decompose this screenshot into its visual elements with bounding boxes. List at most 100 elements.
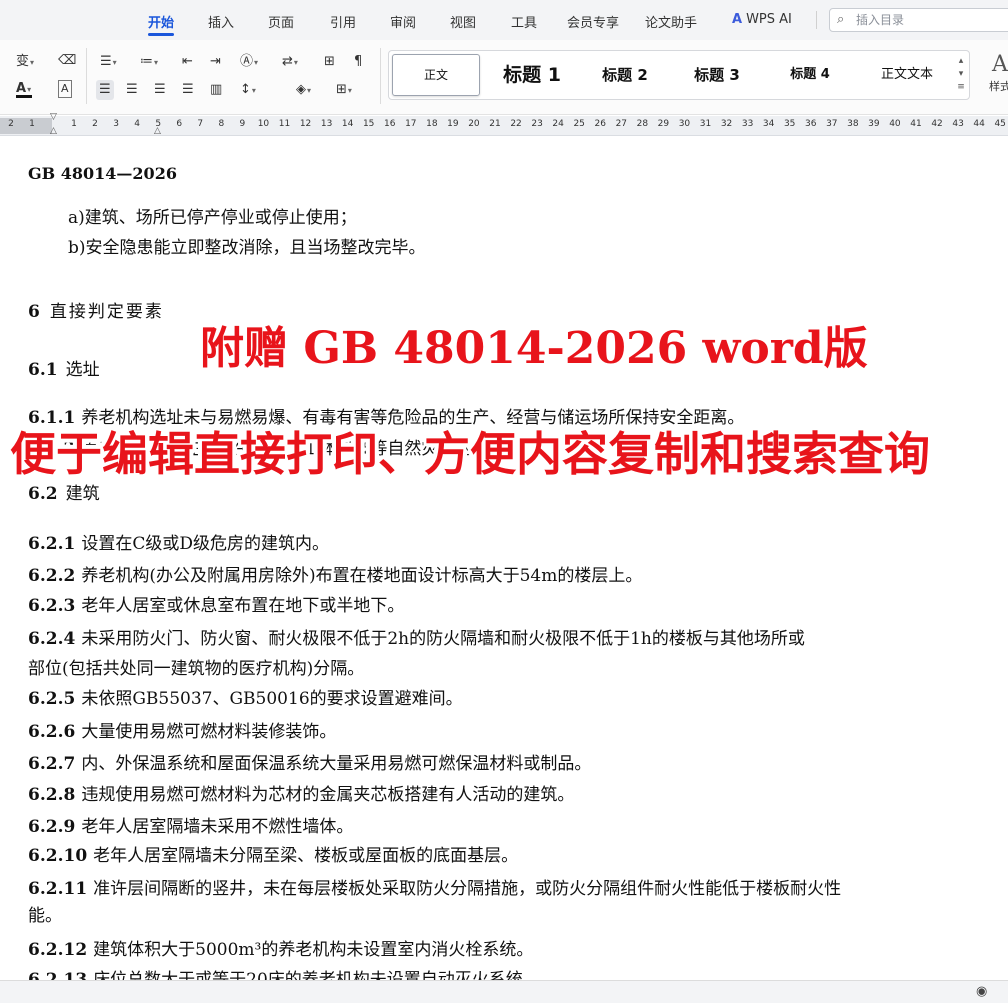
search-input[interactable] — [856, 12, 1006, 28]
wps-ai-button[interactable]: A WPS AI — [732, 12, 792, 27]
page-header-code: GB 48014—2026 — [28, 164, 177, 183]
increase-indent-button[interactable]: ⇥ — [210, 54, 221, 70]
document-page[interactable]: GB 48014—2026 a)建筑、场所已停产停业或停止使用； b)安全隐患能… — [0, 137, 1008, 980]
ruler-number: 9 — [239, 119, 246, 129]
gallery-scroll[interactable]: ▴ ▾ ≡ — [956, 55, 966, 94]
ruler-number: 11 — [278, 119, 291, 129]
search-icon: ⌕ — [837, 12, 845, 27]
clause-text: 准许层间隔断的竖井，未在每层楼板处采取防火分隔措施，或防火分隔组件耐火性能低于楼… — [93, 879, 842, 899]
clause-number: 6.2.11 — [28, 879, 88, 899]
search-box[interactable]: ⌕ — [829, 8, 1008, 32]
style-heading-4[interactable]: 标题 4 — [775, 51, 845, 99]
chevron-down-icon: ▾ — [27, 85, 32, 94]
tab-member[interactable]: 会员专享 — [567, 12, 619, 31]
ruler-number: 26 — [594, 119, 606, 129]
ruler-number: 44 — [973, 119, 985, 129]
tab-page[interactable]: 页面 — [268, 12, 294, 31]
eye-icon[interactable]: ◉ — [976, 984, 987, 999]
clause-line: 6.2.10 老年人居室隔墙未分隔至梁、楼板或屋面板的底面基层。 — [28, 845, 518, 867]
style-body-text[interactable]: 正文文本 — [865, 51, 949, 99]
ribbon-separator — [86, 48, 87, 104]
justify-icon: ☰ — [182, 82, 194, 97]
clear-format-button[interactable]: ⌫ — [58, 53, 76, 69]
ruler-number: 1 — [29, 119, 35, 129]
font-color-icon: A — [16, 81, 27, 96]
clause-line: 6.2.6 大量使用易燃可燃材料装修装饰。 — [28, 721, 336, 743]
clause-line: 6.2.3 老年人居室或休息室布置在地下或半地下。 — [28, 595, 404, 617]
clause-number: 6.2.8 — [28, 785, 76, 805]
style-heading-3[interactable]: 标题 3 — [679, 51, 755, 99]
tab-insert[interactable]: 插入 — [208, 12, 234, 31]
decrease-indent-icon: ⇤ — [182, 54, 193, 69]
ruler-number: 33 — [741, 119, 754, 129]
tab-review[interactable]: 审阅 — [390, 12, 416, 31]
decrease-indent-button[interactable]: ⇤ — [182, 54, 193, 70]
section-title: 选址 — [65, 360, 100, 380]
ruler-number: 2 — [92, 119, 98, 129]
shading-button[interactable]: ◈▾ — [296, 82, 311, 99]
line-spacing-button[interactable]: ↕▾ — [240, 82, 256, 99]
numbered-list-button[interactable]: ≔▾ — [140, 54, 158, 71]
ruler-number: 39 — [868, 119, 880, 129]
ruler-number: 32 — [720, 119, 733, 129]
ruler-number: 6 — [176, 119, 183, 129]
align-left-button[interactable]: ☰ — [96, 80, 114, 100]
change-case-button[interactable]: 变▾ — [16, 54, 34, 71]
chevron-down-icon[interactable]: ▾ — [959, 69, 964, 79]
chevron-up-icon[interactable]: ▴ — [959, 56, 964, 66]
ruler-number: 29 — [657, 119, 670, 129]
horizontal-ruler[interactable]: 2 1 ▽ △ △ 1 2 3 4 5 6 7 8 9 10 11 12 13 14 15 16 17 18 19 2… — [0, 112, 1008, 136]
character-scaling-button[interactable]: Ⓐ▾ — [240, 54, 258, 71]
bullet-list-icon: ☰ — [100, 54, 112, 69]
styles-pane-button[interactable]: A 样式 — [980, 52, 1008, 100]
chevron-down-icon: ▾ — [307, 86, 312, 95]
ruler-number: 2 — [8, 119, 14, 129]
clause-number: 6.2.4 — [28, 629, 76, 649]
chevron-down-icon: ▾ — [251, 86, 256, 95]
chevron-down-icon: ▾ — [154, 58, 159, 67]
paint-bucket-icon: ◈ — [296, 82, 306, 97]
style-normal[interactable]: 正文 — [392, 54, 480, 96]
justify-button[interactable]: ☰ — [182, 82, 194, 98]
clause-line: 6.2.8 违规使用易燃可燃材料为芯材的金属夹芯板搭建有人活动的建筑。 — [28, 784, 574, 806]
borders-button[interactable]: ⊞▾ — [336, 82, 352, 99]
text-direction-button[interactable]: ⇄▾ — [282, 54, 298, 71]
chinese-layout-button[interactable]: ⊞ — [324, 54, 335, 70]
style-heading-2[interactable]: 标题 2 — [587, 51, 663, 99]
clause-line: 6.2.4 未采用防火门、防火窗、耐火极限不低于2h的防火隔墙和耐火极限不低于1h… — [28, 628, 805, 650]
chevron-down-icon: ▾ — [347, 86, 352, 95]
tab-home[interactable]: 开始 — [148, 12, 174, 31]
char-shading-button[interactable]: A — [58, 80, 72, 98]
paragraph-mark-button[interactable]: ¶ — [354, 54, 362, 70]
ruler-number: 21 — [489, 119, 501, 129]
tab-tools[interactable]: 工具 — [511, 12, 537, 31]
distributed-align-button[interactable]: ▥ — [210, 82, 222, 98]
section-number: 6.2 — [28, 484, 58, 504]
ruler-number: 8 — [218, 119, 225, 129]
clause-text: 设置在C级或D级危房的建筑内。 — [81, 534, 329, 554]
clause-line: 6.2.7 内、外保温系统和屋面保温系统大量采用易燃可燃保温材料或制品。 — [28, 753, 591, 775]
increase-indent-icon: ⇥ — [210, 54, 221, 69]
ruler-number: 36 — [805, 119, 817, 129]
ribbon-separator — [380, 48, 381, 104]
bullet-list-button[interactable]: ☰▾ — [100, 54, 117, 71]
clause-number: 6.2.6 — [28, 722, 76, 742]
style-heading-1[interactable]: 标题 1 — [489, 51, 575, 99]
clause-line: 能。 — [28, 905, 62, 927]
ruler-number: 42 — [931, 119, 943, 129]
first-line-indent-marker[interactable]: ▽ — [50, 112, 57, 122]
clause-line: 6.2.9 老年人居室隔墙未采用不燃性墙体。 — [28, 816, 353, 838]
tab-view[interactable]: 视图 — [450, 12, 476, 31]
ruler-number: 7 — [197, 119, 204, 129]
ruler-number: 35 — [783, 119, 796, 129]
tab-paper-assistant[interactable]: 论文助手 — [645, 12, 697, 31]
align-center-button[interactable]: ☰ — [126, 82, 138, 98]
gallery-expand-icon[interactable]: ≡ — [957, 82, 965, 92]
tab-references[interactable]: 引用 — [330, 12, 356, 31]
clause-line: 6.2.5 未依照GB55037、GB50016的要求设置避难间。 — [28, 688, 463, 710]
align-right-button[interactable]: ☰ — [154, 82, 166, 98]
clause-line: 6.2.13 床位总数大于或等于20床的养老机构未设置自动灭火系统。 — [28, 969, 540, 980]
ruler-number: 41 — [910, 119, 922, 129]
section-6-heading: 6 直接判定要素 — [28, 301, 164, 323]
left-indent-marker[interactable]: △ — [50, 126, 57, 136]
